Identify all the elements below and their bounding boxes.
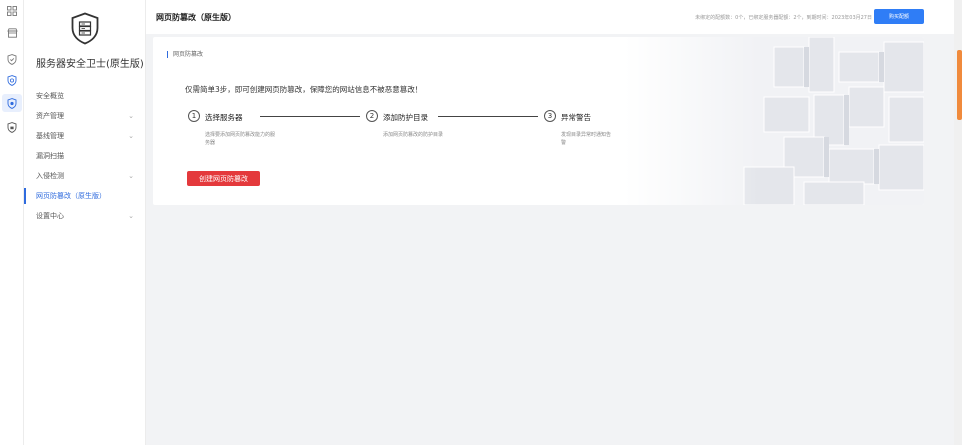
shield-check-icon[interactable] [5,52,19,66]
step-2-desc: 添加网页防篡改的防护目录 [383,132,444,138]
sidebar-item-vulnerability-scan[interactable]: 漏洞扫描 [24,146,146,166]
step-3-title: 异常警告 [561,113,591,122]
sidebar-item-intrusion-detection[interactable]: 入侵检测 ⌄ [24,166,146,186]
intro-text: 仅需简单3步，即可创建网页防篡改，保障您的网站信息不被恶意篡改！ [185,85,423,94]
shield-lock-icon[interactable] [5,120,19,134]
product-name: 服务器安全卫士(原生版) [36,59,144,70]
step-1-desc: 选择要添加网页防篡改能力的服务器 [205,132,276,146]
page-title: 网页防篡改（原生版） [156,13,236,22]
background-illustration [624,37,924,205]
sidebar-menu: 安全概览 资产管理 ⌄ 基线管理 ⌄ 漏洞扫描 入侵检测 ⌄ 网页防篡改（原生版… [24,86,146,226]
step-3-desc: 发现目录异常时通知告警 [561,132,612,146]
sidebar-item-baseline-management[interactable]: 基线管理 ⌄ [24,126,146,146]
sidebar-item-label: 入侵检测 [36,172,64,180]
sidebar-item-web-tamper-protection[interactable]: 网页防篡改（原生版） [24,186,146,206]
sidebar-item-label: 网页防篡改（原生版） [36,192,106,200]
chevron-down-icon: ⌄ [128,172,134,180]
step-connector [438,116,538,117]
shield-active-icon[interactable] [5,96,19,110]
sidebar-item-security-overview[interactable]: 安全概览 [24,86,146,106]
sidebar-item-asset-management[interactable]: 资产管理 ⌄ [24,106,146,126]
chevron-down-icon: ⌄ [128,112,134,120]
apps-icon[interactable] [5,4,19,18]
sidebar-item-label: 安全概览 [36,92,64,100]
sidebar-item-label: 设置中心 [36,212,64,220]
step-connector [260,116,360,117]
step-3-number: 3 [544,110,556,122]
breadcrumb: 网页防篡改 [167,51,203,58]
sidebar-item-settings[interactable]: 设置中心 ⌄ [24,206,146,226]
intro-card: 网页防篡改 仅需简单3步，即可创建网页防篡改，保障您的网站信息不被恶意篡改！ 1… [153,37,924,205]
sidebar-item-label: 资产管理 [36,112,64,120]
page-header: 网页防篡改（原生版） 未绑定的配额数：0个，已绑定服务器配额：2个，到期时间：2… [146,0,954,34]
step-1-title: 选择服务器 [205,113,243,122]
shield-icon[interactable] [5,73,19,87]
buy-quota-button[interactable]: 购买配额 [874,9,924,24]
step-2-title: 添加防护目录 [383,113,428,122]
sidebar-item-label: 基线管理 [36,132,64,140]
step-2-number: 2 [366,110,378,122]
create-tamper-protection-button[interactable]: 创建网页防篡改 [187,171,260,186]
server-shield-logo-icon [70,12,100,45]
scrollbar-thumb[interactable] [957,50,962,120]
icon-rail [0,0,24,445]
chevron-down-icon: ⌄ [128,132,134,140]
sidebar-item-label: 漏洞扫描 [36,152,64,160]
sidebar: 服务器安全卫士(原生版) 安全概览 资产管理 ⌄ 基线管理 ⌄ 漏洞扫描 入侵检… [24,0,146,445]
chevron-down-icon: ⌄ [128,212,134,220]
quota-info: 未绑定的配额数：0个，已绑定服务器配额：2个，到期时间：2023年03月27日 [695,15,872,21]
step-1-number: 1 [188,110,200,122]
store-icon[interactable] [5,26,19,40]
